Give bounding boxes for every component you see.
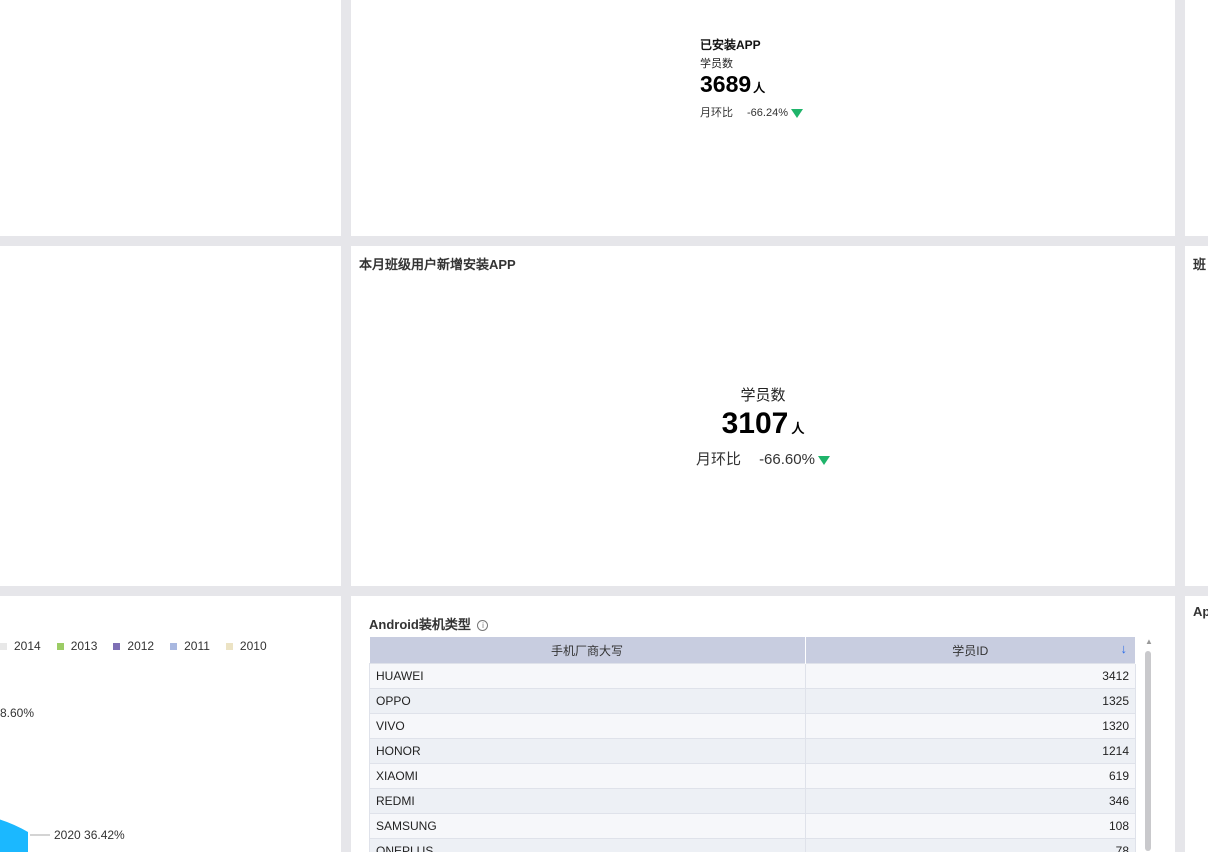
brand-cell: HONOR bbox=[369, 738, 806, 764]
panel-bottom-right: Ap bbox=[1185, 596, 1208, 852]
table-scrollbar[interactable]: ▲ bbox=[1144, 637, 1153, 852]
panel-top-right bbox=[1185, 0, 1208, 236]
table-row[interactable]: ONEPLUS 78 bbox=[369, 838, 1136, 852]
installed-app-metric: 已安装APP 学员数 3689 人 月环比 -66.24% bbox=[700, 36, 803, 120]
mom-label: 月环比 bbox=[696, 451, 742, 468]
metric-unit: 人 bbox=[753, 81, 766, 95]
brand-cell: XIAOMI bbox=[369, 763, 806, 789]
mom-row: 月环比 -66.60% bbox=[351, 448, 1175, 469]
arrow-down-icon[interactable]: ↓ bbox=[1121, 641, 1128, 656]
metric-value: 3107 bbox=[721, 407, 789, 440]
table-row[interactable]: OPPO 1325 bbox=[369, 688, 1136, 714]
panel-title-row: Android装机类型 i bbox=[369, 614, 489, 633]
brand-cell: REDMI bbox=[369, 788, 806, 814]
column-header-student-id[interactable]: 学员ID ↓ bbox=[805, 637, 1136, 664]
down-triangle-icon bbox=[790, 108, 803, 118]
info-circle-icon[interactable]: i bbox=[477, 620, 489, 632]
panel-title-partial: Ap bbox=[1193, 604, 1208, 619]
metric-unit: 人 bbox=[791, 421, 805, 436]
brand-cell: VIVO bbox=[369, 713, 806, 739]
count-cell: 108 bbox=[804, 813, 1136, 839]
panel-top-center: 已安装APP 学员数 3689 人 月环比 -66.24% bbox=[351, 0, 1175, 236]
count-cell: 78 bbox=[804, 838, 1136, 852]
brand-cell: HUAWEI bbox=[369, 663, 806, 689]
panel-title: 本月班级用户新增安装APP bbox=[359, 257, 516, 272]
table-row[interactable]: SAMSUNG 108 bbox=[369, 813, 1136, 839]
panel-top-left bbox=[0, 0, 341, 236]
scroll-up-icon[interactable]: ▲ bbox=[1145, 637, 1153, 646]
android-table: 手机厂商大写 学员ID ↓ HUAWEI 3412 OPPO 1325 VIVO 13… bbox=[369, 637, 1136, 852]
count-cell: 3412 bbox=[804, 663, 1136, 689]
mom-row: 月环比 -66.24% bbox=[700, 104, 803, 120]
metric-value-row: 3689 人 bbox=[700, 71, 803, 101]
metric-value: 3689 bbox=[700, 71, 752, 97]
table-row[interactable]: HUAWEI 3412 bbox=[369, 663, 1136, 689]
panel-mid-center: 本月班级用户新增安装APP 学员数 3107 人 月环比 -66.60% bbox=[351, 246, 1175, 586]
panel-title-partial: 班 bbox=[1193, 257, 1207, 272]
table-row[interactable]: VIVO 1320 bbox=[369, 713, 1136, 739]
scrollbar-thumb[interactable] bbox=[1145, 651, 1151, 851]
column-header-label: 学员ID bbox=[952, 643, 989, 658]
table-row[interactable]: XIAOMI 619 bbox=[369, 763, 1136, 789]
brand-cell: OPPO bbox=[369, 688, 806, 714]
metric-value-row: 3107 人 bbox=[351, 407, 1175, 446]
panel-bottom-left: 2014 2013 2012 2011 2010 8.60% 2020 36.4… bbox=[0, 596, 341, 852]
metric-label: 学员数 bbox=[740, 387, 786, 404]
pie-slice-2020 bbox=[0, 819, 28, 852]
brand-cell: SAMSUNG bbox=[369, 813, 806, 839]
count-cell: 1325 bbox=[804, 688, 1136, 714]
count-cell: 346 bbox=[804, 788, 1136, 814]
count-cell: 1214 bbox=[804, 738, 1136, 764]
mom-label: 月环比 bbox=[700, 107, 733, 119]
down-triangle-icon bbox=[817, 455, 830, 465]
count-cell: 1320 bbox=[804, 713, 1136, 739]
panel-mid-right: 班 bbox=[1185, 246, 1208, 586]
count-cell: 619 bbox=[804, 763, 1136, 789]
panel-title: Android装机类型 bbox=[369, 617, 471, 632]
table-row[interactable]: HONOR 1214 bbox=[369, 738, 1136, 764]
metric-title: 已安装APP bbox=[700, 38, 761, 52]
new-install-metric: 学员数 3107 人 月环比 -66.60% bbox=[351, 384, 1175, 469]
metric-label: 学员数 bbox=[700, 58, 733, 70]
brand-cell: ONEPLUS bbox=[369, 838, 806, 852]
pie-label-2020: 2020 36.42% bbox=[54, 828, 125, 842]
panel-mid-left bbox=[0, 246, 341, 586]
column-header-brand[interactable]: 手机厂商大写 bbox=[369, 637, 806, 664]
mom-value: -66.60% bbox=[759, 451, 815, 468]
panel-bottom-center: Android装机类型 i 手机厂商大写 学员ID ↓ HUAWEI 3412 O… bbox=[351, 596, 1175, 852]
table-row[interactable]: REDMI 346 bbox=[369, 788, 1136, 814]
pie-chart bbox=[0, 819, 50, 852]
mom-value: -66.24% bbox=[747, 107, 788, 119]
